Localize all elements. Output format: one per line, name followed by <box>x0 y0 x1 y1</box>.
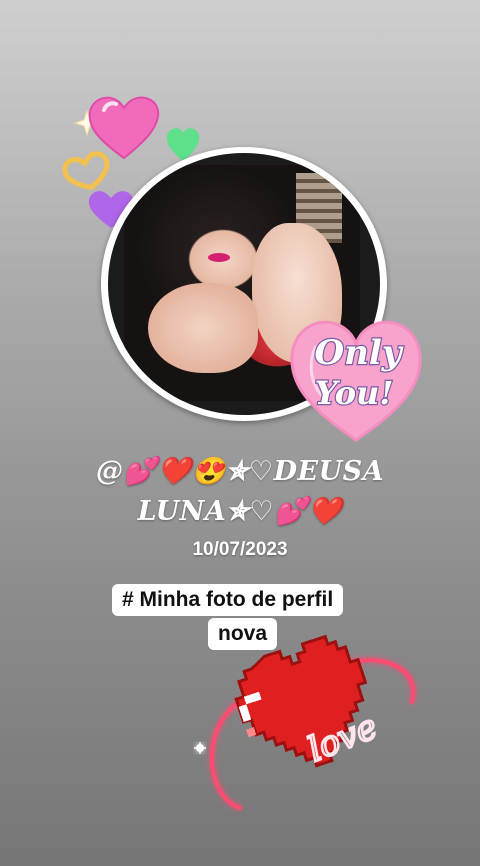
svg-text:You!: You! <box>315 374 394 412</box>
profile-handle: @💕❤️😍✯♡DEUSA LUNA✯♡💕❤️ <box>0 452 480 532</box>
handle-line-2: LUNA✯♡💕❤️ <box>137 496 343 527</box>
caption-line-1[interactable]: # Minha foto de perfil <box>112 584 344 616</box>
svg-text:Only: Only <box>314 333 403 373</box>
photo-lips <box>208 253 230 262</box>
handle-line-1: @💕❤️😍✯♡DEUSA <box>95 456 385 487</box>
pixel-heart-love-sticker: love <box>194 634 416 810</box>
date-label: 10/07/2023 <box>192 539 288 560</box>
photo-arm <box>148 283 258 373</box>
only-you-heart-sticker: Only You! <box>290 320 422 442</box>
